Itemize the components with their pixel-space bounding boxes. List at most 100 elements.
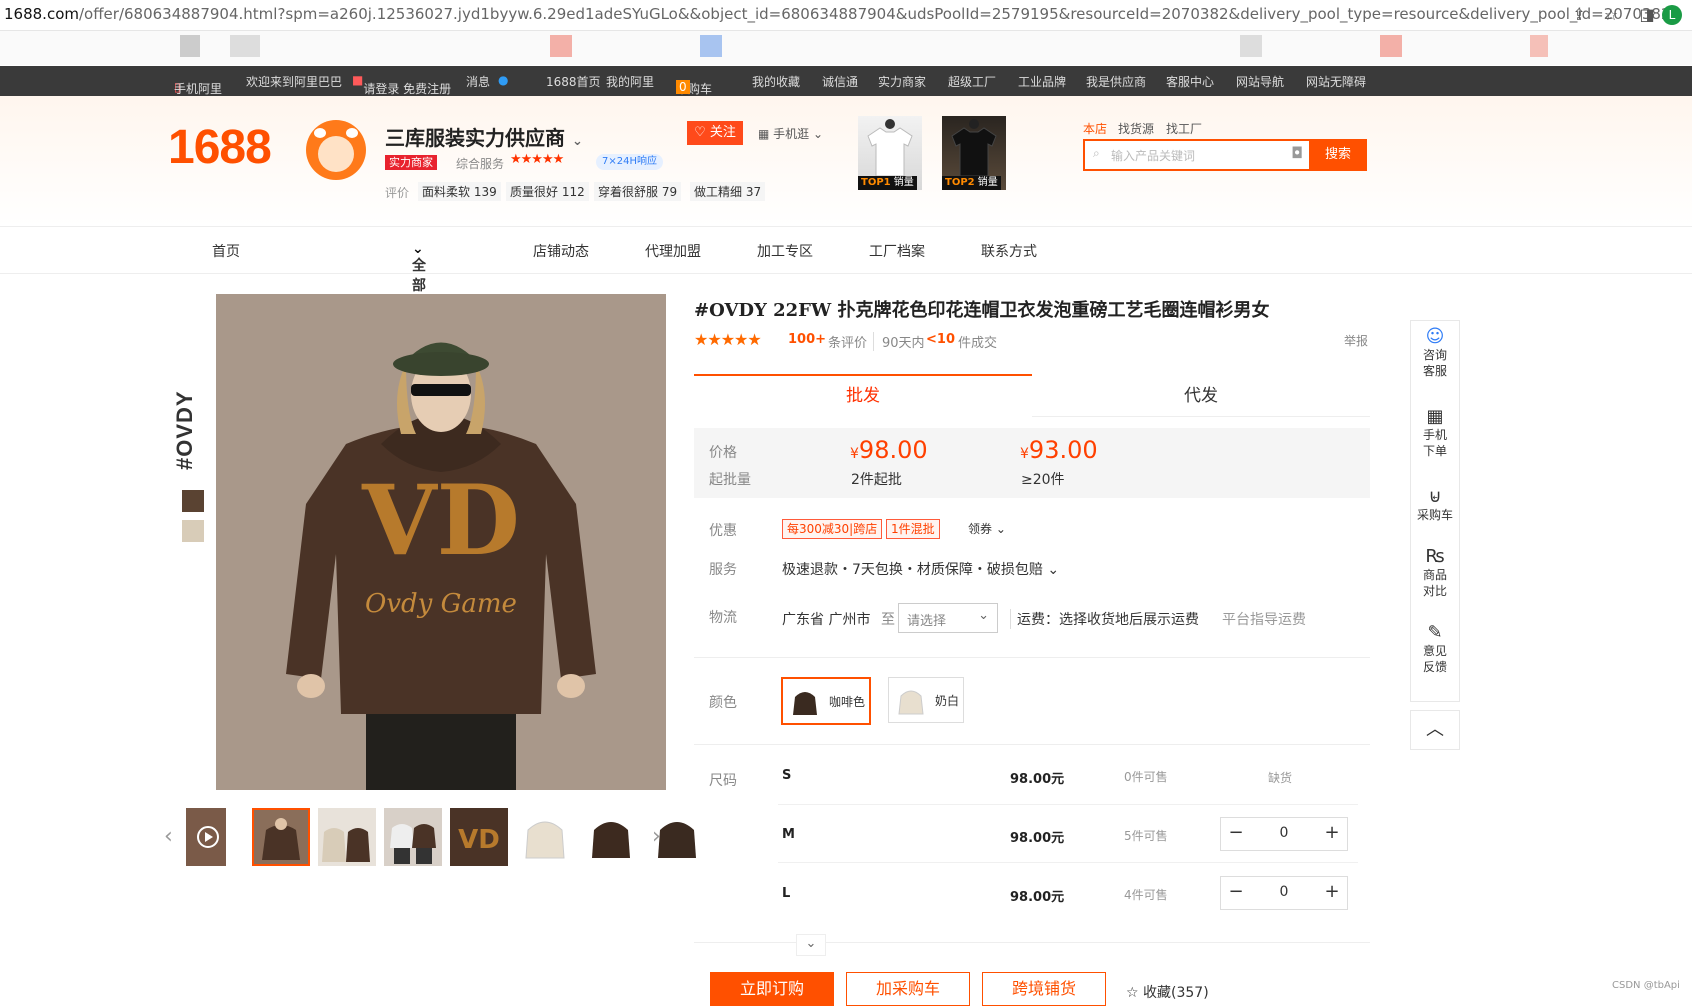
shopnav-factory[interactable]: 工厂档案 — [869, 241, 925, 261]
shopnav-news[interactable]: 店铺动态 — [533, 241, 589, 261]
sidepanel-icon[interactable]: ◨ — [1638, 6, 1656, 24]
top2-product-image[interactable]: TOP2 销量 — [942, 116, 1006, 190]
quantity-value[interactable]: 0 — [1271, 825, 1297, 841]
quantity-value[interactable]: 0 — [1271, 884, 1297, 900]
size-price: 98.00元 — [1010, 831, 1065, 846]
thumb-image[interactable] — [384, 808, 442, 866]
login-link[interactable]: ■ 请登录 免费注册 — [352, 73, 451, 96]
color-option-coffee[interactable]: 咖啡色 — [781, 677, 871, 725]
nav-service[interactable]: 客服中心 — [1166, 73, 1214, 90]
shopnav-home[interactable]: 首页 — [212, 241, 240, 261]
tab-wholesale[interactable]: 批发 — [694, 374, 1032, 418]
report-link[interactable]: 举报 — [1344, 332, 1368, 349]
buy-now-button[interactable]: 立即订购 — [710, 972, 834, 1006]
swatch-cream[interactable] — [182, 520, 204, 542]
reviews-count[interactable]: 100+ — [788, 332, 826, 347]
shopnav-agency[interactable]: 代理加盟 — [645, 241, 701, 261]
ship-to-label: 至 — [881, 612, 895, 628]
nav-home[interactable]: 1688首页 — [546, 73, 601, 90]
search-tab-store[interactable]: 本店 — [1083, 120, 1107, 137]
nav-favorites[interactable]: 我的收藏 — [752, 73, 800, 90]
add-cart-button[interactable]: 加采购车 — [846, 972, 970, 1006]
quantity-stepper[interactable]: − 0 + — [1220, 817, 1348, 851]
search-input[interactable]: ⌕ 输入产品关键词 ◘ — [1083, 139, 1313, 171]
minus-button[interactable]: − — [1221, 881, 1251, 902]
gallery-prev-arrow[interactable]: ‹ — [164, 824, 173, 849]
coupon-tag[interactable]: 1件混批 — [886, 519, 940, 539]
consult-service-item[interactable]: ☺ 咨询 客服 — [1411, 328, 1459, 379]
thumb-image[interactable]: VD — [450, 808, 508, 866]
profile-avatar[interactable]: L — [1662, 5, 1682, 25]
shipping-fee-text: 运费：选择收货地后展示运费 — [1010, 609, 1199, 629]
expand-sizes-chevron-icon[interactable]: ⌄ — [796, 934, 826, 956]
shipping-guide-link[interactable]: 平台指导运费 — [1222, 609, 1306, 629]
message-link[interactable]: 消息 — [466, 73, 490, 90]
thumb-image[interactable] — [582, 808, 640, 866]
swatch-brown[interactable] — [182, 490, 204, 512]
top1-product-image[interactable]: TOP1 销量 — [858, 116, 922, 190]
nav-industry[interactable]: 工业品牌 — [1018, 73, 1066, 90]
nav-accessibility[interactable]: 网站无障碍 — [1306, 73, 1366, 90]
response-badge: 7×24H响应 — [596, 154, 663, 170]
share-icon[interactable]: ⇪ — [1570, 6, 1588, 24]
chevron-down-icon: ⌄ — [978, 608, 989, 623]
store-avatar[interactable] — [306, 120, 366, 180]
divider — [778, 804, 1358, 805]
search-tab-factory[interactable]: 找工厂 — [1166, 120, 1202, 137]
nav-factory[interactable]: 超级工厂 — [948, 73, 996, 90]
cross-border-button[interactable]: 跨境铺货 — [982, 972, 1106, 1006]
svg-text:VD: VD — [361, 464, 520, 577]
url-text[interactable]: 1688.com/offer/680634887904.html?spm=a26… — [4, 5, 1671, 23]
thumb-image[interactable] — [318, 808, 376, 866]
compare-icon: ₨ — [1425, 546, 1445, 567]
compare-item[interactable]: ₨ 商品 对比 — [1411, 546, 1459, 599]
back-to-top-button[interactable]: ︿ — [1410, 710, 1460, 750]
gallery-next-arrow[interactable]: › — [652, 824, 661, 849]
cart-item[interactable]: ⊌ 采购车 — [1411, 488, 1459, 523]
store-name[interactable]: 三库服装实力供应商 ⌄ — [385, 122, 583, 151]
follow-button[interactable]: ♡ 关注 — [687, 121, 743, 145]
destination-select[interactable]: 请选择 ⌄ — [898, 603, 998, 633]
feedback-item[interactable]: ✎ 意见 反馈 — [1411, 624, 1459, 675]
plus-button[interactable]: + — [1317, 881, 1347, 902]
shopnav-processing[interactable]: 加工专区 — [757, 241, 813, 261]
favorite-button[interactable]: ☆ 收藏(357) — [1126, 982, 1209, 1002]
thumb-image[interactable] — [252, 808, 310, 866]
shop-nav: 首页 全部商品 ⌄ 店铺动态 代理加盟 加工专区 工厂档案 联系方式 — [0, 226, 1692, 334]
mobile-order-item[interactable]: ▦ 手机 下单 — [1411, 408, 1459, 459]
nav-supplier[interactable]: 我是供应商 — [1086, 73, 1146, 90]
nav-chengxin[interactable]: 诚信通 — [822, 73, 858, 90]
search-tab-source[interactable]: 找货源 — [1118, 120, 1154, 137]
nav-merchant[interactable]: 实力商家 — [878, 73, 926, 90]
thumb-video[interactable] — [186, 808, 226, 866]
minus-button[interactable]: − — [1221, 822, 1251, 843]
plus-button[interactable]: + — [1317, 822, 1347, 843]
color-option-cream[interactable]: 奶白 — [888, 677, 964, 723]
hoodie-model-image: VD Ovdy Game — [216, 294, 666, 790]
quantity-stepper[interactable]: − 0 + — [1220, 876, 1348, 910]
camera-icon[interactable]: ◘ — [1291, 144, 1303, 162]
main-product-image[interactable]: VD Ovdy Game — [216, 294, 666, 790]
reviews-label: 条评价 — [828, 336, 868, 351]
divider — [778, 862, 1358, 863]
bookmark-star-icon[interactable]: ☆ — [1602, 6, 1620, 24]
promo-label: 优惠 — [709, 523, 737, 539]
hoodie-brown-icon — [793, 692, 817, 715]
service-text[interactable]: 极速退款・7天包换・材质保障・破损包赔 ⌄ — [782, 559, 1059, 579]
size-stock: 5件可售 — [1124, 829, 1168, 843]
coupon-tag[interactable]: 每300减30|跨店 — [782, 519, 883, 539]
merchant-badge: 实力商家 — [385, 155, 437, 170]
hoodie-thumb — [262, 818, 300, 860]
mobile-buy-link[interactable]: ▦ 手机逛 ⌄ — [758, 125, 823, 142]
site-top-nav: ▯ 手机阿里 欢迎来到阿里巴巴 ■ 请登录 免费注册 消息 ● 1688首页 我的… — [0, 66, 1692, 96]
search-button[interactable]: 搜索 — [1309, 139, 1367, 171]
shopnav-all-products[interactable]: 全部商品 ⌄ — [412, 241, 426, 334]
get-coupon-link[interactable]: 领券 ⌄ — [968, 520, 1006, 537]
tab-dropship[interactable]: 代发 — [1032, 376, 1370, 417]
thumb-image[interactable] — [516, 808, 574, 866]
site-logo[interactable]: 1688 — [168, 120, 272, 175]
browser-address-bar[interactable]: 1688.com/offer/680634887904.html?spm=a26… — [0, 0, 1692, 31]
nav-my-ali[interactable]: 我的阿里 — [606, 73, 654, 90]
shopnav-contact[interactable]: 联系方式 — [981, 241, 1037, 261]
nav-sitenav[interactable]: 网站导航 — [1236, 73, 1284, 90]
